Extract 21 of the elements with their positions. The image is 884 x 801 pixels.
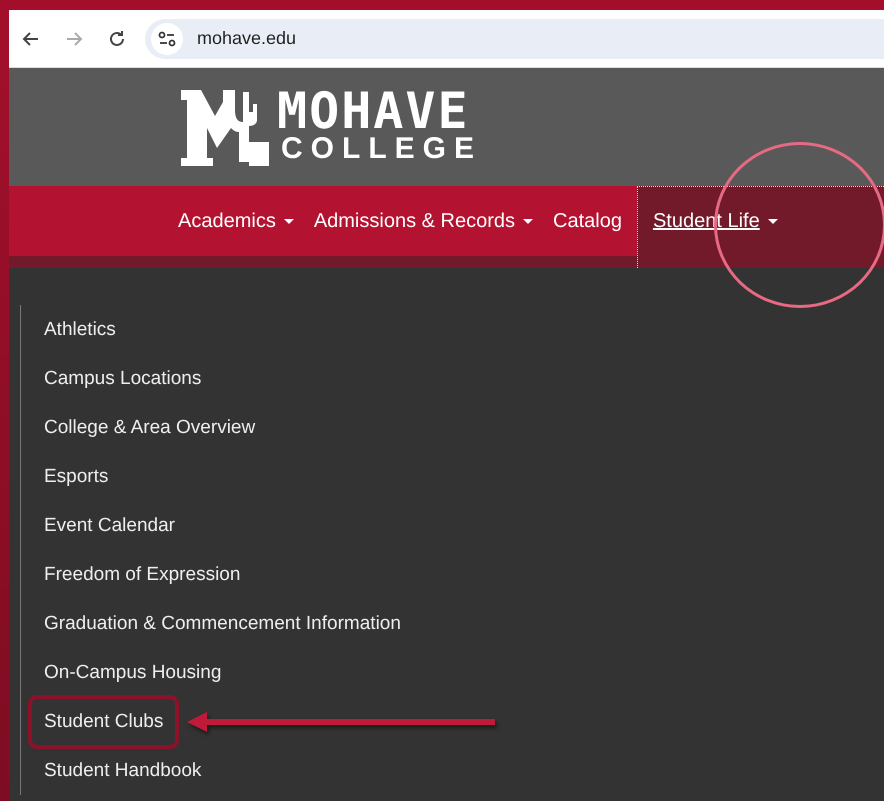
reload-icon[interactable] <box>107 28 127 48</box>
menu-item[interactable]: Freedom of Expression <box>28 550 256 599</box>
nav-item[interactable]: Admissions & Records <box>304 186 543 256</box>
logo-subtitle: COLLEGE <box>281 133 482 165</box>
menu-item[interactable]: Campus Locations <box>28 354 218 403</box>
site-settings-icon[interactable] <box>157 28 177 48</box>
nav-item[interactable]: Catalog <box>543 186 632 256</box>
menu-item[interactable]: Graduation & Commencement Information <box>28 599 417 648</box>
menu-item[interactable]: College & Area Overview <box>28 403 272 452</box>
m-cactus-logo-icon <box>179 88 271 166</box>
logo-title: MOHAVE <box>277 89 470 133</box>
nav-item[interactable]: Student Life <box>636 186 884 268</box>
menu-item[interactable]: On-Campus Housing <box>28 648 238 697</box>
menu-item[interactable]: Student Clubs <box>28 695 180 749</box>
menu-item[interactable]: Esports <box>28 452 124 501</box>
menu-item[interactable]: Student Handbook <box>28 746 218 795</box>
address-bar[interactable]: mohave.edu <box>145 18 884 58</box>
url-text: mohave.edu <box>197 28 296 49</box>
menu-item[interactable]: Athletics <box>28 305 132 354</box>
menu-item[interactable]: Event Calendar <box>28 501 191 550</box>
nav-item[interactable]: Academics <box>168 186 304 256</box>
